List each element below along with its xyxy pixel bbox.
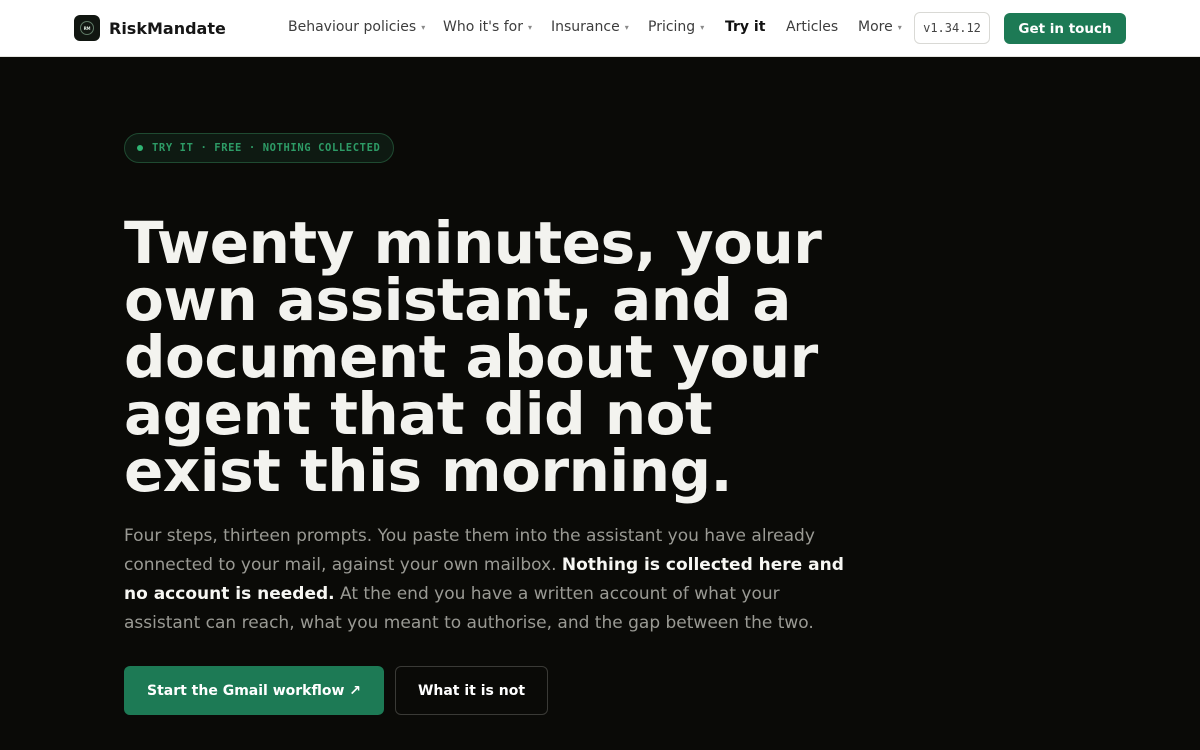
chevron-down-icon: ▾ — [897, 22, 902, 32]
nav-item-behaviour-policies[interactable]: Behaviour policies ▾ — [288, 19, 425, 35]
nav-item-who-its-for[interactable]: Who it's for ▾ — [443, 19, 532, 35]
chevron-down-icon: ▾ — [421, 22, 426, 32]
chevron-down-icon: ▾ — [527, 22, 532, 32]
version-badge: v1.34.12 — [914, 12, 990, 44]
chevron-down-icon: ▾ — [700, 22, 705, 32]
eyebrow-badge: TRY IT · FREE · NOTHING COLLECTED — [124, 133, 395, 163]
brand-logo-link[interactable]: RM RiskMandate — [74, 15, 226, 41]
nav-item-label: Articles — [786, 19, 839, 35]
hero-headline: Twenty minutes, your own assistant, and … — [124, 209, 822, 505]
nav-item-label: Who it's for — [443, 19, 523, 35]
nav-item-insurance[interactable]: Insurance ▾ — [551, 19, 629, 35]
what-it-is-not-button[interactable]: What it is not — [395, 666, 548, 715]
nav-item-articles[interactable]: Articles — [786, 19, 838, 35]
nav-item-label: More — [858, 19, 893, 35]
chevron-down-icon: ▾ — [624, 22, 629, 32]
brand-name: RiskMandate — [109, 18, 226, 38]
nav-item-label: Pricing — [648, 19, 696, 35]
top-navigation-bar: RM RiskMandate Behaviour policies ▾ Who … — [0, 0, 1200, 57]
nav-item-label: Insurance — [551, 19, 620, 35]
brand-mark-icon: RM — [74, 15, 100, 41]
nav-item-more[interactable]: More ▾ — [858, 19, 902, 35]
eyebrow-text: TRY IT · FREE · NOTHING COLLECTED — [152, 142, 381, 154]
hero-section: TRY IT · FREE · NOTHING COLLECTED Twenty… — [0, 57, 1200, 750]
hero-lede: Four steps, thirteen prompts. You paste … — [124, 522, 844, 638]
status-dot-icon — [137, 145, 143, 151]
nav-item-label: Try it — [725, 19, 766, 35]
start-gmail-workflow-button[interactable]: Start the Gmail workflow ↗ — [124, 666, 384, 715]
nav-item-label: Behaviour policies — [288, 19, 417, 35]
nav-item-try-it[interactable]: Try it — [725, 19, 765, 35]
nav-item-pricing[interactable]: Pricing ▾ — [648, 19, 704, 35]
brand-mark-monogram: RM — [80, 21, 94, 35]
get-in-touch-button[interactable]: Get in touch — [1004, 13, 1126, 44]
